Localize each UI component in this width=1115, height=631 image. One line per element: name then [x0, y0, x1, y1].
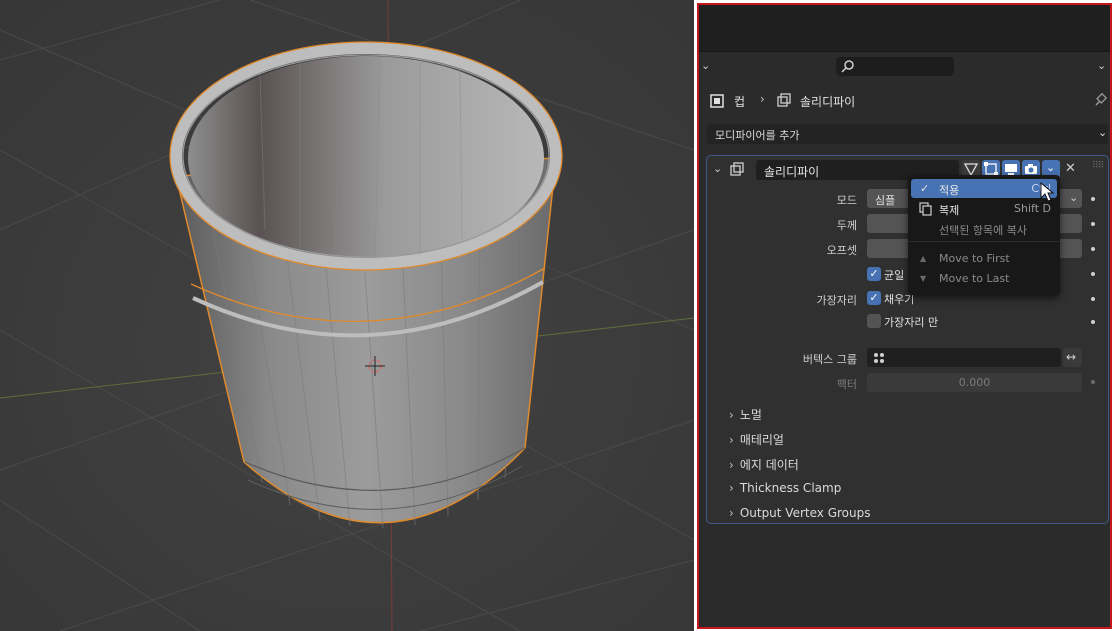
- menu-item-duplicate-shortcut: Shift D: [1014, 202, 1051, 215]
- checkmark-icon: ✓: [920, 182, 930, 195]
- keyframe-dot[interactable]: [1091, 297, 1095, 301]
- triangle-down-icon: ▼: [920, 274, 927, 283]
- duplicate-icon: [919, 202, 932, 216]
- menu-item-apply-label: 적용: [939, 184, 960, 197]
- subpanel-output-vertex-groups[interactable]: › Output Vertex Groups: [729, 506, 870, 520]
- modifier-name: 솔리디파이: [764, 165, 820, 179]
- even-thickness-checkbox[interactable]: ✓: [867, 267, 881, 281]
- mode-value: 심플: [875, 194, 896, 207]
- menu-separator: [908, 241, 1060, 242]
- editor-type-chevron-icon[interactable]: ⌄: [701, 60, 711, 71]
- keyframe-dot[interactable]: [1091, 320, 1095, 324]
- invert-vertex-group-button[interactable]: ↔: [1063, 348, 1082, 367]
- fill-rim-checkbox[interactable]: ✓: [867, 291, 881, 305]
- add-modifier-button[interactable]: 모디파이어를 추가 ⌄: [707, 124, 1108, 144]
- keyframe-dot[interactable]: [1091, 272, 1095, 276]
- menu-item-move-to-first-label: Move to First: [939, 252, 1010, 265]
- rim-only-checkbox[interactable]: [867, 314, 881, 328]
- add-modifier-chevron-icon: ⌄: [1098, 126, 1108, 139]
- rim-only-label: 가장자리 만: [884, 316, 939, 329]
- even-thickness-label: 균일: [884, 269, 905, 282]
- factor-label: 팩터: [836, 378, 857, 391]
- keyframe-dot[interactable]: [1091, 247, 1095, 251]
- subpanel-edge-data-label: 에지 데이터: [739, 458, 799, 472]
- keyframe-dot[interactable]: [1091, 380, 1095, 384]
- vertex-group-label: 버텍스 그룹: [802, 353, 857, 366]
- dropdown-chevron-icon: ⌄: [1046, 161, 1056, 174]
- rim-label: 가장자리: [816, 294, 857, 307]
- properties-panel: ⌄ ⌄ 컵 › 솔리디파이 모디파이어를 추가 ⌄ ⌄ 솔리디파이 ⌄ ✕ ⠿⠿…: [697, 3, 1112, 629]
- menu-item-copy-to-selected[interactable]: 선택된 항목에 복사: [911, 219, 1057, 238]
- mode-chevron-icon: ⌄: [1069, 191, 1079, 204]
- panel-header-bar: [699, 5, 1110, 51]
- breadcrumb-object: 컵: [734, 95, 746, 109]
- invert-arrows-icon: ↔: [1066, 350, 1077, 364]
- pin-icon[interactable]: [1093, 93, 1107, 107]
- subpanel-output-vertex-groups-label: Output Vertex Groups: [739, 506, 871, 520]
- subpanel-normals-label: 노멀: [739, 408, 762, 422]
- thickness-label: 두께: [836, 219, 857, 232]
- collapse-chevron-icon[interactable]: ⌄: [713, 163, 723, 174]
- mode-label: 모드: [836, 194, 857, 207]
- menu-item-move-to-first[interactable]: ▲ Move to First: [911, 249, 1057, 268]
- menu-item-duplicate[interactable]: 복제 Shift D: [911, 199, 1057, 218]
- menu-item-duplicate-label: 복제: [939, 204, 960, 217]
- 3d-viewport[interactable]: [0, 0, 694, 631]
- search-icon: [841, 60, 854, 73]
- add-modifier-label: 모디파이어를 추가: [715, 129, 800, 142]
- factor-field[interactable]: 0.000: [867, 373, 1082, 392]
- subpanel-materials-label: 매테리얼: [739, 433, 784, 447]
- properties-toolbar: ⌄ ⌄: [699, 51, 1110, 81]
- subpanel-normals[interactable]: › 노멀: [729, 406, 762, 423]
- menu-item-move-to-last-label: Move to Last: [939, 272, 1010, 285]
- subpanel-materials[interactable]: › 매테리얼: [729, 431, 784, 448]
- keyframe-dot[interactable]: [1091, 197, 1095, 201]
- subpanel-edge-data[interactable]: › 에지 데이터: [729, 456, 799, 473]
- viewport-scene: [0, 0, 694, 631]
- triangle-up-icon: ▲: [920, 254, 927, 263]
- drag-handle-icon[interactable]: ⠿⠿: [1092, 161, 1104, 171]
- subpanel-thickness-clamp[interactable]: › Thickness Clamp: [729, 481, 841, 495]
- breadcrumb-separator-icon: ›: [760, 92, 765, 106]
- object-icon: [710, 94, 724, 108]
- offset-label: 오프셋: [826, 244, 857, 257]
- remove-modifier-x-icon[interactable]: ✕: [1065, 161, 1076, 176]
- mouse-cursor-icon: [1040, 182, 1054, 202]
- options-chevron-icon[interactable]: ⌄: [1097, 60, 1107, 71]
- menu-item-apply[interactable]: ✓ 적용 Ctrl: [911, 179, 1057, 198]
- keyframe-dot[interactable]: [1091, 222, 1095, 226]
- solidify-modifier-icon: [730, 162, 744, 176]
- modifier-context-menu: ✓ 적용 Ctrl 복제 Shift D 선택된 항목에 복사 ▲ Move t…: [908, 175, 1060, 295]
- vertex-group-field[interactable]: [867, 348, 1061, 367]
- menu-item-copy-to-selected-label: 선택된 항목에 복사: [939, 224, 1027, 237]
- breadcrumb: 컵 › 솔리디파이: [699, 83, 1110, 117]
- search-input[interactable]: [836, 57, 954, 76]
- modifier-wrench-icon: [777, 93, 791, 107]
- factor-value: 0.000: [958, 376, 991, 389]
- subpanel-thickness-clamp-label: Thickness Clamp: [739, 481, 842, 495]
- menu-item-move-to-last[interactable]: ▼ Move to Last: [911, 269, 1057, 288]
- vertex-group-icon: [874, 353, 884, 363]
- breadcrumb-modifier: 솔리디파이: [800, 95, 856, 109]
